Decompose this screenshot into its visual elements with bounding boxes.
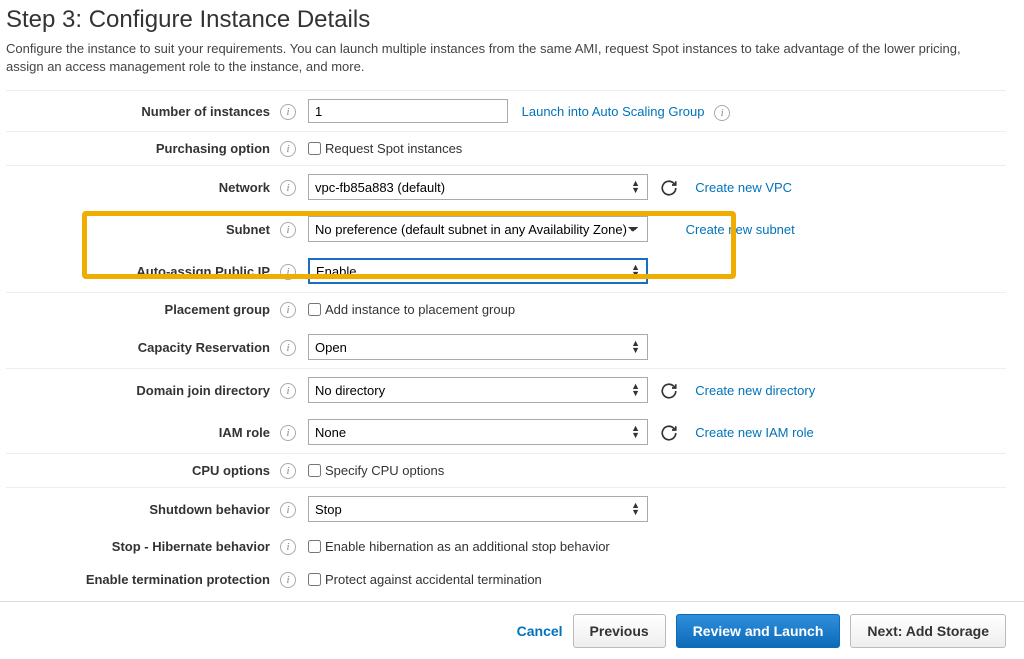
next-add-storage-button[interactable]: Next: Add Storage xyxy=(850,614,1006,648)
placement-checkbox[interactable] xyxy=(308,303,321,316)
info-icon[interactable]: i xyxy=(280,340,296,356)
iam-select[interactable]: None xyxy=(308,419,648,445)
network-select[interactable]: vpc-fb85a883 (default) xyxy=(308,174,648,200)
info-icon[interactable]: i xyxy=(280,572,296,588)
termination-checkbox-label: Protect against accidental termination xyxy=(325,572,542,587)
placement-checkbox-label: Add instance to placement group xyxy=(325,302,515,317)
capacity-label: Capacity Reservation xyxy=(6,326,276,369)
info-icon[interactable]: i xyxy=(280,463,296,479)
placement-checkbox-wrap[interactable]: Add instance to placement group xyxy=(308,302,1002,317)
config-form: Number of instances i Launch into Auto S… xyxy=(6,90,1006,596)
termination-checkbox[interactable] xyxy=(308,573,321,586)
hibernate-checkbox-wrap[interactable]: Enable hibernation as an additional stop… xyxy=(308,539,1002,554)
page-title: Step 3: Configure Instance Details xyxy=(6,6,1006,34)
subnet-select[interactable]: No preference (default subnet in any Ava… xyxy=(308,216,648,242)
num-instances-label: Number of instances xyxy=(6,91,276,132)
info-icon[interactable]: i xyxy=(280,539,296,555)
refresh-icon[interactable] xyxy=(660,424,678,442)
info-icon[interactable]: i xyxy=(280,104,296,120)
info-icon[interactable]: i xyxy=(280,425,296,441)
domain-join-label: Domain join directory xyxy=(6,369,276,412)
info-icon[interactable]: i xyxy=(280,222,296,238)
refresh-icon[interactable] xyxy=(660,179,678,197)
spot-checkbox[interactable] xyxy=(308,142,321,155)
create-subnet-link[interactable]: Create new subnet xyxy=(686,222,795,237)
purchasing-label: Purchasing option xyxy=(6,132,276,166)
cpu-checkbox-label: Specify CPU options xyxy=(325,463,444,478)
termination-checkbox-wrap[interactable]: Protect against accidental termination xyxy=(308,572,1002,587)
info-icon[interactable]: i xyxy=(280,141,296,157)
cancel-button[interactable]: Cancel xyxy=(517,623,563,639)
previous-button[interactable]: Previous xyxy=(573,614,666,648)
create-directory-link[interactable]: Create new directory xyxy=(695,383,815,398)
num-instances-input[interactable] xyxy=(308,99,508,123)
create-vpc-link[interactable]: Create new VPC xyxy=(695,180,792,195)
network-label: Network xyxy=(6,166,276,209)
spot-checkbox-wrap[interactable]: Request Spot instances xyxy=(308,141,1002,156)
launch-asg-link[interactable]: Launch into Auto Scaling Group xyxy=(522,104,705,119)
cpu-checkbox-wrap[interactable]: Specify CPU options xyxy=(308,463,1002,478)
auto-assign-label: Auto-assign Public IP xyxy=(6,250,276,293)
iam-label: IAM role xyxy=(6,411,276,454)
cpu-label: CPU options xyxy=(6,454,276,488)
hibernate-checkbox-label: Enable hibernation as an additional stop… xyxy=(325,539,610,554)
info-icon[interactable]: i xyxy=(280,302,296,318)
hibernate-label: Stop - Hibernate behavior xyxy=(6,530,276,563)
placement-label: Placement group xyxy=(6,293,276,327)
info-icon[interactable]: i xyxy=(280,502,296,518)
info-icon[interactable]: i xyxy=(280,264,296,280)
shutdown-select[interactable]: Stop xyxy=(308,496,648,522)
hibernate-checkbox[interactable] xyxy=(308,540,321,553)
domain-join-select[interactable]: No directory xyxy=(308,377,648,403)
cpu-checkbox[interactable] xyxy=(308,464,321,477)
create-iam-link[interactable]: Create new IAM role xyxy=(695,425,814,440)
info-icon[interactable]: i xyxy=(280,383,296,399)
review-launch-button[interactable]: Review and Launch xyxy=(676,614,841,648)
page-description: Configure the instance to suit your requ… xyxy=(6,40,986,76)
subnet-label: Subnet xyxy=(6,208,276,250)
shutdown-label: Shutdown behavior xyxy=(6,488,276,531)
capacity-select[interactable]: Open xyxy=(308,334,648,360)
info-icon[interactable]: i xyxy=(714,105,730,121)
auto-assign-select[interactable]: Enable xyxy=(308,258,648,284)
spot-checkbox-label: Request Spot instances xyxy=(325,141,462,156)
termination-label: Enable termination protection xyxy=(6,563,276,596)
refresh-icon[interactable] xyxy=(660,382,678,400)
info-icon[interactable]: i xyxy=(280,180,296,196)
footer-bar: Cancel Previous Review and Launch Next: … xyxy=(0,601,1024,659)
